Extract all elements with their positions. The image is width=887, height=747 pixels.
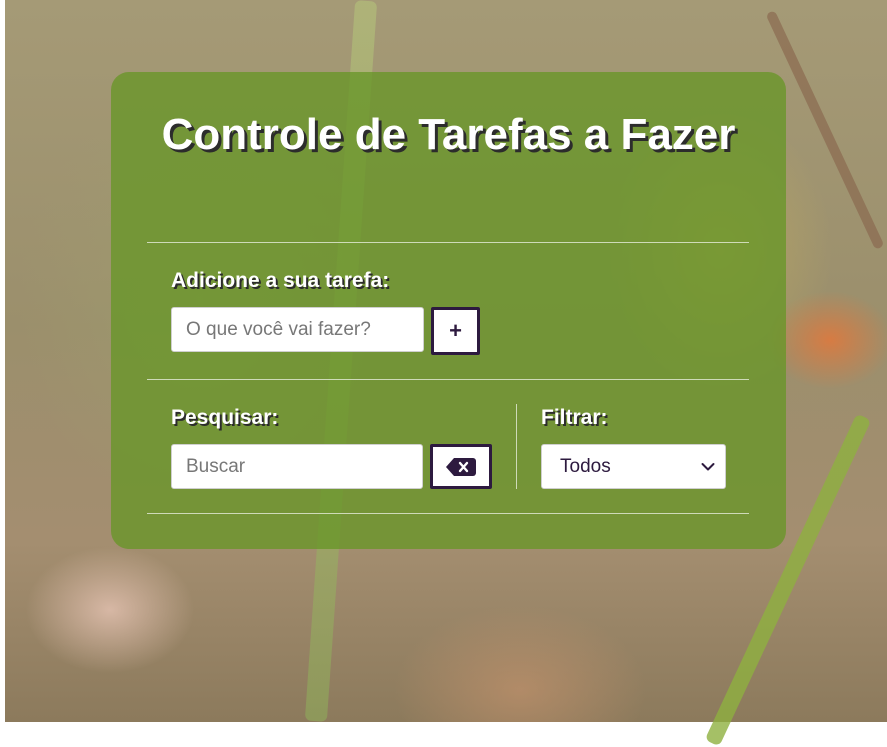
backspace-icon — [446, 457, 476, 476]
page-edge — [0, 0, 5, 722]
divider — [147, 379, 749, 380]
chevron-down-icon — [701, 462, 715, 470]
clear-search-button[interactable] — [430, 444, 492, 489]
filter-label: Filtrar: — [541, 406, 608, 429]
plus-icon: + — [449, 318, 462, 343]
task-card: Controle de Tarefas a Fazer Adicione a s… — [111, 72, 786, 549]
search-label: Pesquisar: — [171, 406, 279, 429]
add-task-button[interactable]: + — [431, 307, 480, 355]
filter-selected-value: Todos — [560, 455, 611, 477]
search-input[interactable] — [171, 444, 423, 489]
add-task-label: Adicione a sua tarefa: — [171, 269, 390, 292]
divider — [147, 242, 749, 243]
page-title: Controle de Tarefas a Fazer — [161, 110, 736, 159]
filter-select[interactable]: Todos — [541, 444, 726, 489]
divider — [147, 513, 749, 514]
vertical-divider — [516, 404, 517, 489]
add-task-input[interactable] — [171, 307, 424, 352]
